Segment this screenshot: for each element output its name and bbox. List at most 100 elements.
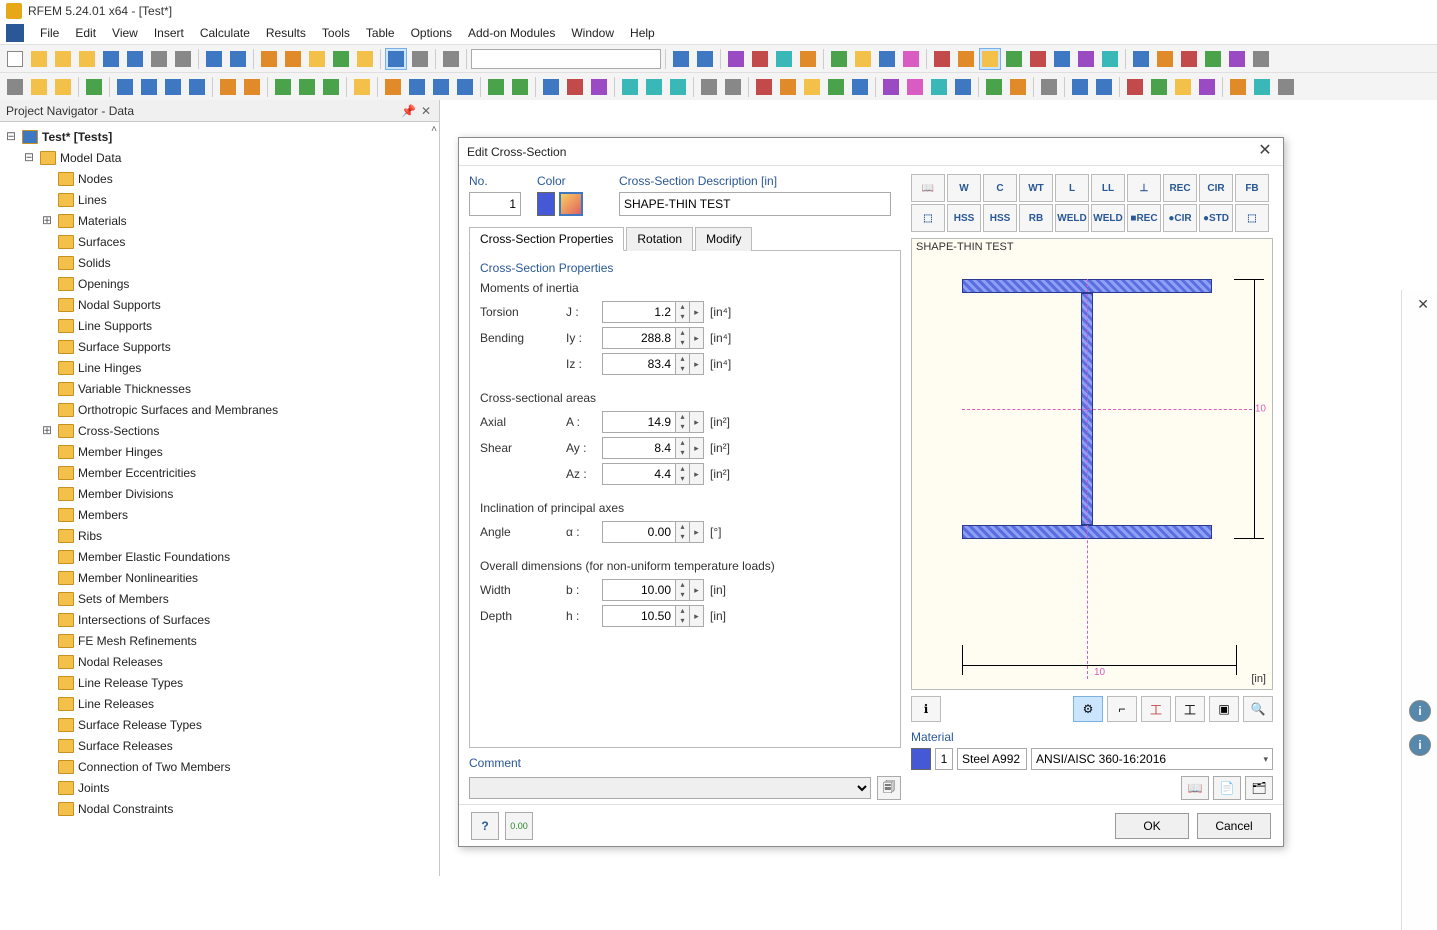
property-input[interactable]: [602, 605, 676, 627]
toolbar-button[interactable]: [1148, 76, 1170, 98]
tree-item-nodal-constraints[interactable]: ·Nodal Constraints: [4, 798, 439, 819]
toolbar-button[interactable]: [900, 48, 922, 70]
toolbar-button[interactable]: [1093, 76, 1115, 98]
property-input[interactable]: [602, 353, 676, 375]
tree-item-surfaces[interactable]: ·Surfaces: [4, 231, 439, 252]
toolbar-button[interactable]: [351, 76, 373, 98]
toolbar-button[interactable]: [114, 76, 136, 98]
tree-item-line-release-types[interactable]: ·Line Release Types: [4, 672, 439, 693]
tree-item-member-divisions[interactable]: ·Member Divisions: [4, 483, 439, 504]
toolbar-button[interactable]: [1227, 76, 1249, 98]
spin-goto-icon[interactable]: ▸: [690, 411, 704, 433]
toolbar-button[interactable]: [227, 48, 249, 70]
spin-down-icon[interactable]: ▾: [676, 590, 689, 600]
section-library-button[interactable]: ⬚: [911, 204, 945, 232]
spin-goto-icon[interactable]: ▸: [690, 301, 704, 323]
preview-tool-2[interactable]: ⌐: [1107, 696, 1137, 722]
tree-item-surface-supports[interactable]: ·Surface Supports: [4, 336, 439, 357]
section-library-button[interactable]: ●CIR: [1163, 204, 1197, 232]
toolbar-button[interactable]: [564, 76, 586, 98]
toolbar-button[interactable]: [904, 76, 926, 98]
expander-icon[interactable]: ⊟: [22, 150, 36, 165]
preview-tool-5[interactable]: ▣: [1209, 696, 1239, 722]
toolbar-button[interactable]: [698, 76, 720, 98]
menu-file[interactable]: File: [32, 24, 67, 42]
toolbar-button[interactable]: [1250, 48, 1272, 70]
toolbar-button[interactable]: [928, 76, 950, 98]
menu-options[interactable]: Options: [403, 24, 460, 42]
tree-item-line-supports[interactable]: ·Line Supports: [4, 315, 439, 336]
toolbar-button[interactable]: [186, 76, 208, 98]
toolbar-button[interactable]: [849, 76, 871, 98]
spin-up-icon[interactable]: ▴: [676, 464, 689, 474]
toolbar-button[interactable]: [4, 48, 26, 70]
tree-item-joints[interactable]: ·Joints: [4, 777, 439, 798]
spin-goto-icon[interactable]: ▸: [690, 463, 704, 485]
spin-goto-icon[interactable]: ▸: [690, 437, 704, 459]
toolbar-button[interactable]: [4, 76, 26, 98]
expander-icon[interactable]: ⊞: [40, 213, 54, 228]
tree-item-nodal-releases[interactable]: ·Nodal Releases: [4, 651, 439, 672]
toolbar-button[interactable]: [1124, 76, 1146, 98]
toolbar-button[interactable]: [330, 48, 352, 70]
spin-up-icon[interactable]: ▴: [676, 302, 689, 312]
section-library-button[interactable]: ⊥: [1127, 174, 1161, 202]
toolbar-button[interactable]: [588, 76, 610, 98]
spin-down-icon[interactable]: ▾: [676, 448, 689, 458]
toolbar-button[interactable]: [406, 76, 428, 98]
tree-item-nodes[interactable]: ·Nodes: [4, 168, 439, 189]
toolbar-button[interactable]: [203, 48, 225, 70]
toolbar-button[interactable]: [485, 76, 507, 98]
navigator-pin-icon[interactable]: 📌: [401, 104, 415, 118]
toolbar-button[interactable]: [1069, 76, 1091, 98]
toolbar-button[interactable]: [258, 48, 280, 70]
spin-down-icon[interactable]: ▾: [676, 422, 689, 432]
property-input[interactable]: [602, 327, 676, 349]
tree-item-intersections-of-surfaces[interactable]: ·Intersections of Surfaces: [4, 609, 439, 630]
menu-tools[interactable]: Tools: [314, 24, 358, 42]
comment-apply-button[interactable]: 🗐: [877, 776, 901, 800]
tree-item-materials[interactable]: ⊞Materials: [4, 210, 439, 231]
toolbar-button[interactable]: [1154, 48, 1176, 70]
toolbar-button[interactable]: [1196, 76, 1218, 98]
spin-up-icon[interactable]: ▴: [676, 580, 689, 590]
tree-item-connection-of-two-members[interactable]: ·Connection of Two Members: [4, 756, 439, 777]
property-input[interactable]: [602, 579, 676, 601]
section-library-button[interactable]: HSS: [983, 204, 1017, 232]
toolbar-button[interactable]: [749, 48, 771, 70]
color-picker-button[interactable]: [559, 192, 583, 216]
toolbar-button[interactable]: [1007, 76, 1029, 98]
toolbar-button[interactable]: [296, 76, 318, 98]
toolbar-button[interactable]: [828, 48, 850, 70]
tree-root[interactable]: ⊟ Test* [Tests]: [4, 126, 439, 147]
section-library-button[interactable]: L: [1055, 174, 1089, 202]
toolbar-button[interactable]: [540, 76, 562, 98]
section-library-button[interactable]: WT: [1019, 174, 1053, 202]
tab-cross-section-properties[interactable]: Cross-Section Properties: [469, 227, 624, 251]
toolbar-button[interactable]: [1099, 48, 1121, 70]
toolbar-button[interactable]: [100, 48, 122, 70]
tree-model-data[interactable]: ⊟ Model Data: [4, 147, 439, 168]
cross-section-number-input[interactable]: [469, 192, 521, 216]
toolbar-button[interactable]: [952, 76, 974, 98]
spin-down-icon[interactable]: ▾: [676, 616, 689, 626]
help-button[interactable]: ?: [471, 812, 499, 840]
toolbar-button[interactable]: [1251, 76, 1273, 98]
spin-up-icon[interactable]: ▴: [676, 522, 689, 532]
spin-goto-icon[interactable]: ▸: [690, 521, 704, 543]
toolbar-button[interactable]: [172, 48, 194, 70]
toolbar-button[interactable]: [83, 76, 105, 98]
toolbar-button[interactable]: [1202, 48, 1224, 70]
toolbar-button[interactable]: [670, 48, 692, 70]
toolbar-button[interactable]: [797, 48, 819, 70]
toolbar-button[interactable]: [354, 48, 376, 70]
spin-goto-icon[interactable]: ▸: [690, 579, 704, 601]
menu-results[interactable]: Results: [258, 24, 314, 42]
spin-goto-icon[interactable]: ▸: [690, 605, 704, 627]
tree-item-nodal-supports[interactable]: ·Nodal Supports: [4, 294, 439, 315]
property-input[interactable]: [602, 437, 676, 459]
toolbar-button[interactable]: [1130, 48, 1152, 70]
material-standard-dropdown[interactable]: ANSI/AISC 360-16:2016▾: [1031, 748, 1273, 770]
tree-item-variable-thicknesses[interactable]: ·Variable Thicknesses: [4, 378, 439, 399]
toolbar-button[interactable]: [148, 48, 170, 70]
